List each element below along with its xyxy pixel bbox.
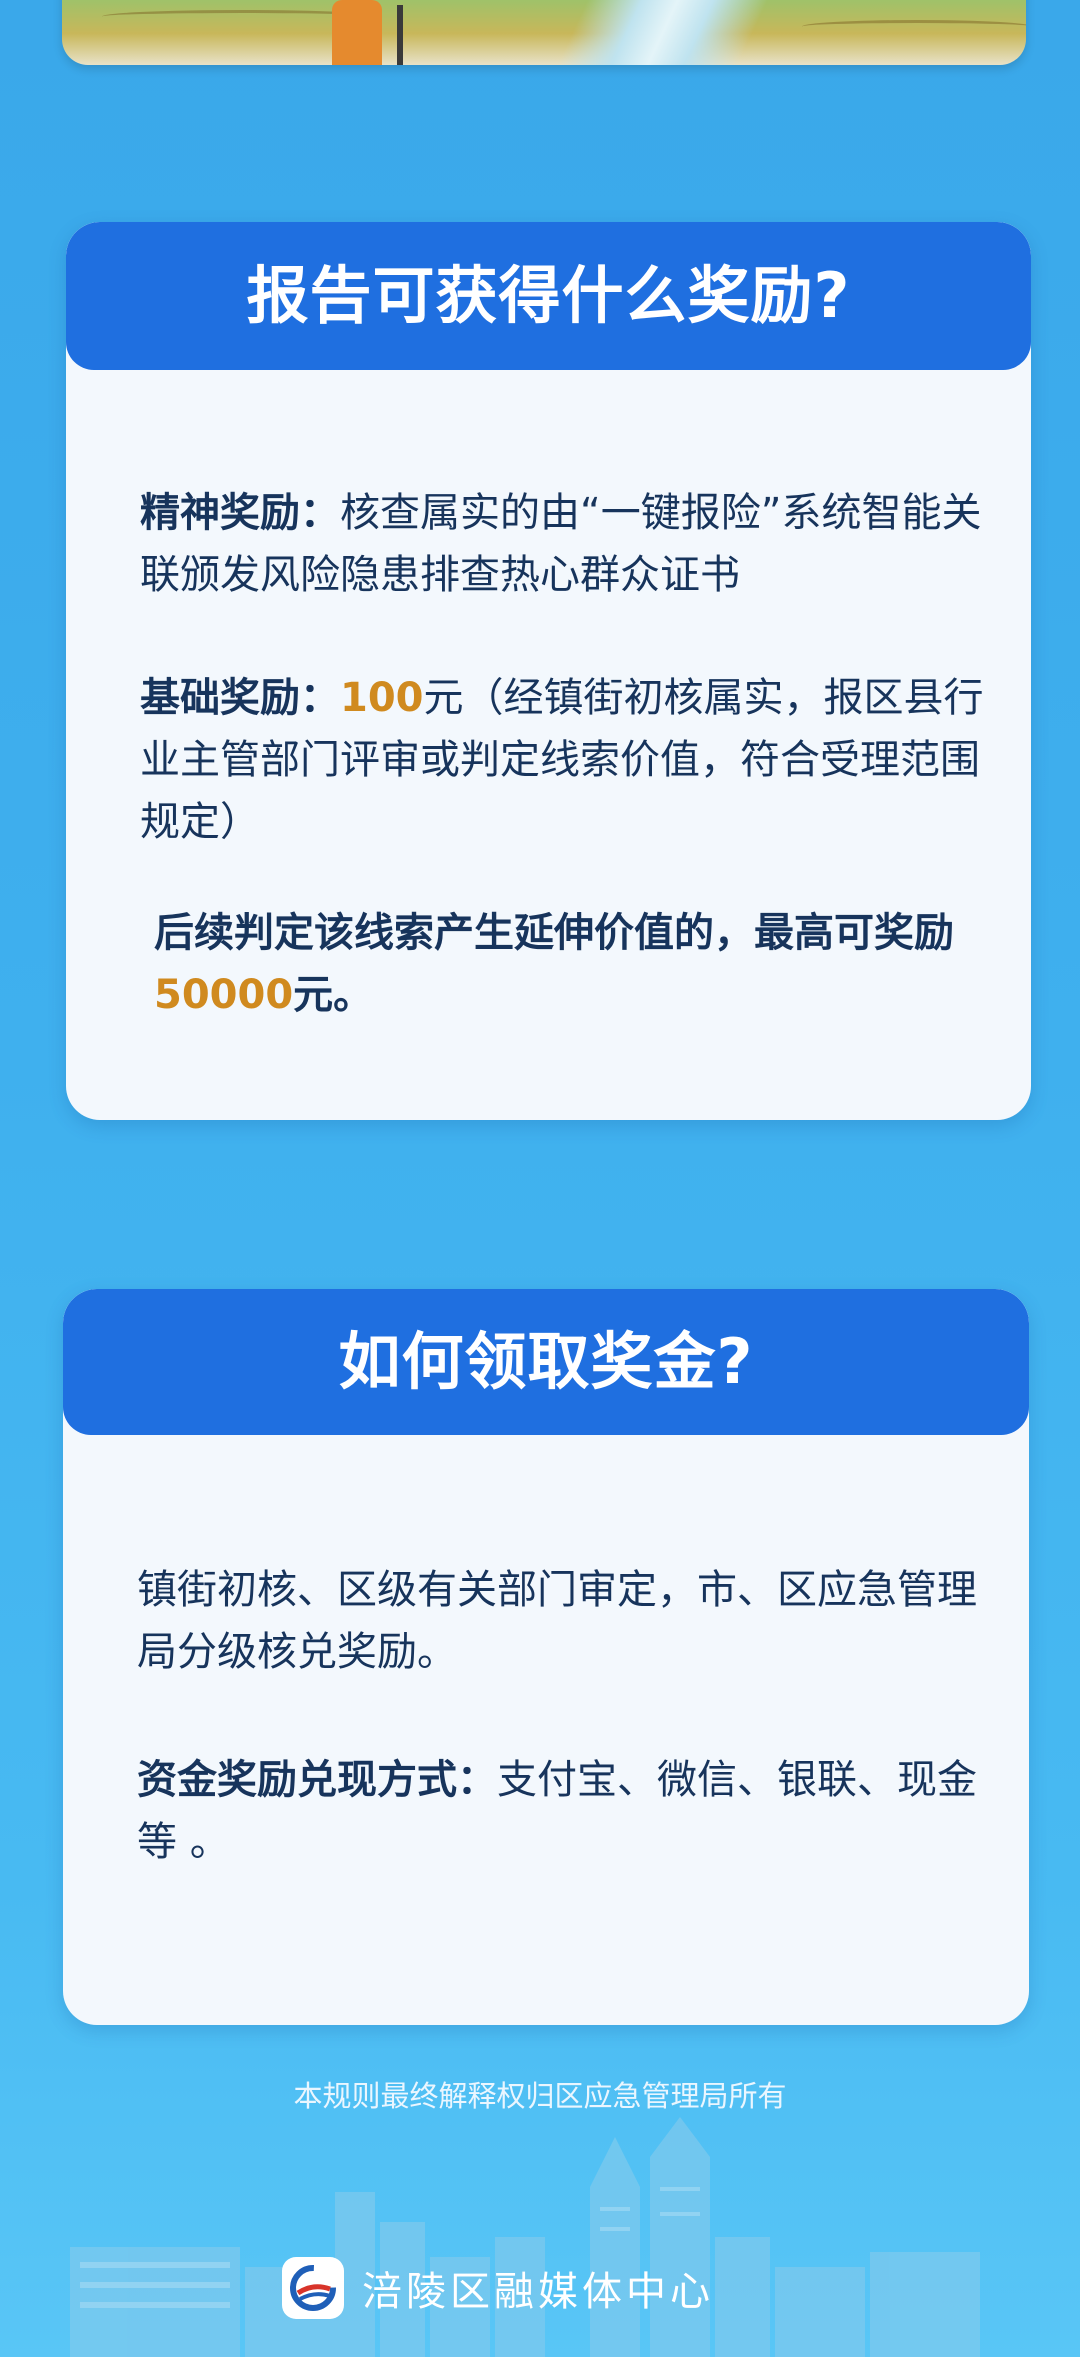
payment-method-paragraph: 资金奖励兑现方式：支付宝、微信、银联、现金等 。 [137,1749,989,1873]
spiritual-reward-label: 精神奖励： [140,490,340,536]
city-skyline-illustration [70,2117,980,2357]
survey-tripod-icon [397,5,403,65]
fuling-media-logo-icon [282,2257,344,2319]
brand-name: 涪陵区融媒体中心 [362,2269,714,2315]
top-illustration [62,0,1026,65]
surveyor-figure [332,0,382,65]
spiritual-reward-paragraph: 精神奖励：核查属实的由“一键报险”系统智能关联颁发风险隐患排查热心群众证书 [140,482,991,606]
extended-reward-suffix: 元。 [293,972,374,1018]
claim-card: 如何领取奖金? 镇街初核、区级有关部门审定，市、区应急管理局分级核兑奖励。 资金… [63,1289,1029,2025]
claim-card-title: 如何领取奖金? [63,1289,1029,1435]
river [557,0,787,65]
claim-process-paragraph: 镇街初核、区级有关部门审定，市、区应急管理局分级核兑奖励。 [137,1559,989,1683]
payment-method-label: 资金奖励兑现方式： [137,1757,497,1803]
rewards-card-title: 报告可获得什么奖励? [66,222,1031,370]
basic-reward-label: 基础奖励： [140,675,340,721]
rice-terrace [802,20,1026,33]
extended-reward-amount: 50000 [154,972,294,1018]
basic-reward-amount: 100 [340,675,424,721]
extended-reward-prefix: 后续判定该线索产生延伸价值的，最高可奖励 [154,910,954,956]
rewards-card: 报告可获得什么奖励? 精神奖励：核查属实的由“一键报险”系统智能关联颁发风险隐患… [66,222,1031,1120]
extended-reward-paragraph: 后续判定该线索产生延伸价值的，最高可奖励 50000元。 [154,902,991,1026]
claim-process-text: 镇街初核、区级有关部门审定，市、区应急管理局分级核兑奖励。 [137,1567,977,1675]
media-brand: 涪陵区融媒体中心 [282,2257,714,2319]
interpretation-note: 本规则最终解释权归区应急管理局所有 [293,2079,787,2113]
basic-reward-paragraph: 基础奖励：100元（经镇街初核属实，报区县行业主管部门评审或判定线索价值，符合受… [140,667,991,853]
